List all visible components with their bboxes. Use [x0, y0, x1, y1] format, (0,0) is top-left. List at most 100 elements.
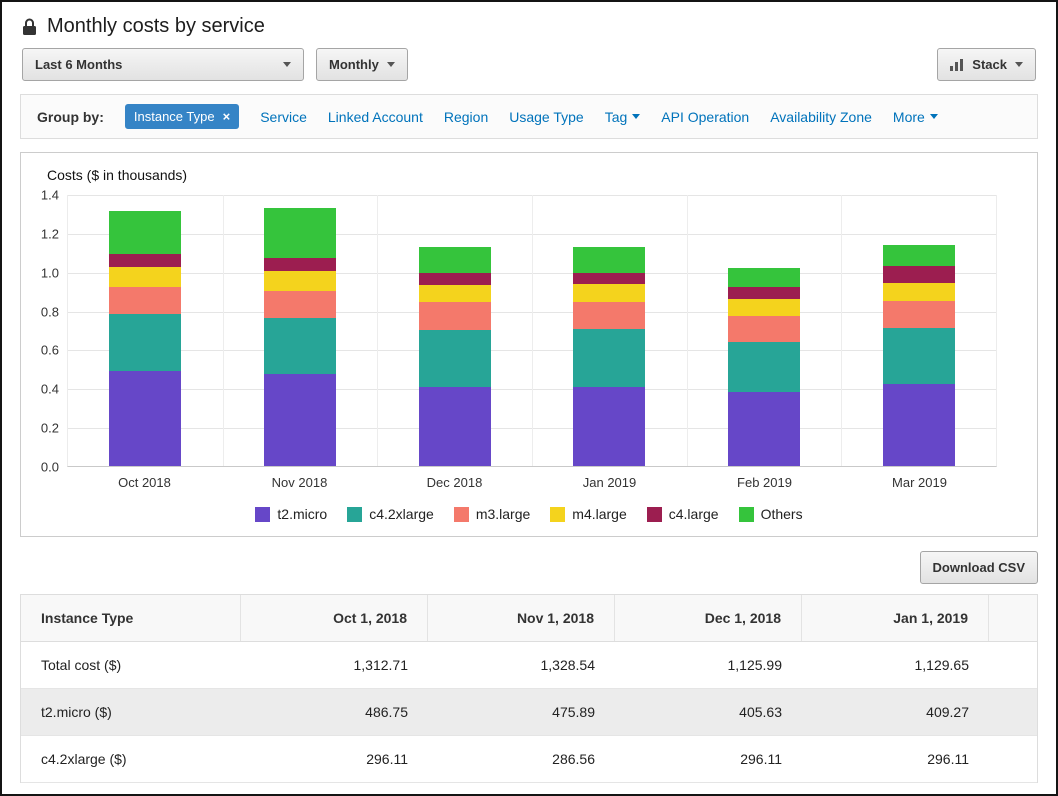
- legend-swatch: [347, 507, 362, 522]
- close-icon[interactable]: ×: [223, 110, 231, 123]
- bar-segment-c4.large[interactable]: [728, 287, 800, 299]
- bar-segment-Others[interactable]: [728, 268, 800, 287]
- bar-segment-m4.large[interactable]: [264, 271, 336, 290]
- bar-segment-m4.large[interactable]: [728, 299, 800, 316]
- group-by-link-more[interactable]: More: [893, 109, 938, 125]
- bar-segment-c4.large[interactable]: [419, 273, 491, 285]
- row-label: Total cost ($): [21, 642, 241, 688]
- legend-swatch: [550, 507, 565, 522]
- bar-segment-m4.large[interactable]: [573, 284, 645, 301]
- bar-segment-m3.large[interactable]: [883, 301, 955, 328]
- cell-value: 1,328.54: [428, 642, 615, 688]
- bar-segment-m3.large[interactable]: [573, 302, 645, 329]
- bar-segment-Others[interactable]: [264, 208, 336, 258]
- column-header-nov-1-2018: Nov 1, 2018: [428, 595, 615, 641]
- group-by-link-availability-zone[interactable]: Availability Zone: [770, 109, 872, 125]
- bar-segment-c4.2xlarge[interactable]: [573, 329, 645, 387]
- cell-value: 286.56: [428, 736, 615, 782]
- stacked-bar-oct-2018[interactable]: [109, 211, 181, 466]
- bar-segment-m4.large[interactable]: [883, 283, 955, 300]
- bar-segment-t2.micro[interactable]: [419, 387, 491, 466]
- column-header-spacer: [989, 595, 1037, 641]
- group-by-chip-instance-type[interactable]: Instance Type ×: [125, 104, 239, 129]
- stacked-bar-nov-2018[interactable]: [264, 208, 336, 466]
- y-tick-label: 0.4: [41, 382, 59, 397]
- bar-segment-c4.2xlarge[interactable]: [419, 330, 491, 388]
- bar-segment-m4.large[interactable]: [419, 285, 491, 302]
- stacked-bar-jan-2019[interactable]: [573, 247, 645, 467]
- bar-segment-t2.micro[interactable]: [109, 371, 181, 466]
- legend-item-c4.large: c4.large: [647, 506, 719, 522]
- bar-segment-Others[interactable]: [883, 245, 955, 266]
- group-by-link-tag[interactable]: Tag: [605, 109, 641, 125]
- chart-plot: [67, 195, 997, 467]
- group-by-link-region[interactable]: Region: [444, 109, 488, 125]
- cell-value: 1,129.65: [802, 642, 989, 688]
- bar-segment-c4.2xlarge[interactable]: [109, 314, 181, 372]
- bar-segment-c4.large[interactable]: [264, 258, 336, 272]
- bar-segment-t2.micro[interactable]: [728, 392, 800, 466]
- stacked-bar-dec-2018[interactable]: [419, 247, 491, 466]
- cell-value: 486.75: [241, 689, 428, 735]
- bar-segment-c4.large[interactable]: [109, 254, 181, 268]
- bar-segment-t2.micro[interactable]: [883, 384, 955, 466]
- plot-vertical-gridline: [687, 195, 688, 466]
- cell-value: 296.11: [802, 736, 989, 782]
- toolbar: Last 6 Months Monthly Stack: [2, 48, 1056, 81]
- time-range-label: Last 6 Months: [35, 57, 122, 72]
- group-by-links: Service Linked Account Region Usage Type Tag…: [260, 109, 938, 125]
- bar-segment-Others[interactable]: [419, 247, 491, 273]
- cost-table: Instance TypeOct 1, 2018Nov 1, 2018Dec 1…: [20, 594, 1038, 783]
- plot-vertical-gridline: [377, 195, 378, 466]
- bar-segment-t2.micro[interactable]: [573, 387, 645, 466]
- page-title: Monthly costs by service: [47, 15, 265, 38]
- legend-item-c4.2xlarge: c4.2xlarge: [347, 506, 434, 522]
- cell-value: 475.89: [428, 689, 615, 735]
- table-body: Total cost ($)1,312.711,328.541,125.991,…: [21, 642, 1037, 783]
- bar-segment-c4.2xlarge[interactable]: [264, 318, 336, 374]
- stacked-bar-mar-2019[interactable]: [883, 245, 955, 466]
- chart-style-label: Stack: [972, 57, 1007, 72]
- granularity-dropdown[interactable]: Monthly: [316, 48, 408, 81]
- group-by-link-usage-type[interactable]: Usage Type: [509, 109, 583, 125]
- bar-segment-m3.large[interactable]: [264, 291, 336, 318]
- cell-spacer: [989, 642, 1037, 688]
- legend-swatch: [454, 507, 469, 522]
- chevron-down-icon: [632, 114, 640, 119]
- stacked-bar-feb-2019[interactable]: [728, 268, 800, 466]
- legend-label: Others: [761, 506, 803, 522]
- group-by-link-api-operation[interactable]: API Operation: [661, 109, 749, 125]
- group-by-link-service[interactable]: Service: [260, 109, 307, 125]
- x-tick-label: Feb 2019: [687, 475, 842, 490]
- time-range-dropdown[interactable]: Last 6 Months: [22, 48, 304, 81]
- bar-segment-m3.large[interactable]: [728, 316, 800, 341]
- x-tick-label: Mar 2019: [842, 475, 997, 490]
- bar-segment-c4.2xlarge[interactable]: [728, 342, 800, 393]
- column-header-oct-1-2018: Oct 1, 2018: [241, 595, 428, 641]
- bar-segment-m4.large[interactable]: [109, 267, 181, 286]
- bar-segment-t2.micro[interactable]: [264, 374, 336, 466]
- table-row: t2.micro ($)486.75475.89405.63409.27: [21, 689, 1037, 736]
- bar-segment-m3.large[interactable]: [109, 287, 181, 314]
- legend-item-Others: Others: [739, 506, 803, 522]
- chevron-down-icon: [1015, 62, 1023, 67]
- bar-segment-c4.large[interactable]: [883, 266, 955, 283]
- legend-label: c4.large: [669, 506, 719, 522]
- chart-style-dropdown[interactable]: Stack: [937, 48, 1036, 81]
- download-csv-button[interactable]: Download CSV: [920, 551, 1038, 584]
- legend-label: m4.large: [572, 506, 626, 522]
- bar-segment-c4.large[interactable]: [573, 273, 645, 285]
- chevron-down-icon: [387, 62, 395, 67]
- x-tick-label: Nov 2018: [222, 475, 377, 490]
- lock-icon: [22, 18, 37, 36]
- group-by-link-linked-account[interactable]: Linked Account: [328, 109, 423, 125]
- group-by-link-label: Availability Zone: [770, 109, 872, 125]
- plot-vertical-gridline: [532, 195, 533, 466]
- bar-segment-Others[interactable]: [573, 247, 645, 273]
- bar-segment-Others[interactable]: [109, 211, 181, 254]
- bar-segment-c4.2xlarge[interactable]: [883, 328, 955, 384]
- bar-segment-m3.large[interactable]: [419, 302, 491, 329]
- plot-vertical-gridline: [841, 195, 842, 466]
- group-by-link-label: Usage Type: [509, 109, 583, 125]
- y-tick-label: 1.4: [41, 188, 59, 203]
